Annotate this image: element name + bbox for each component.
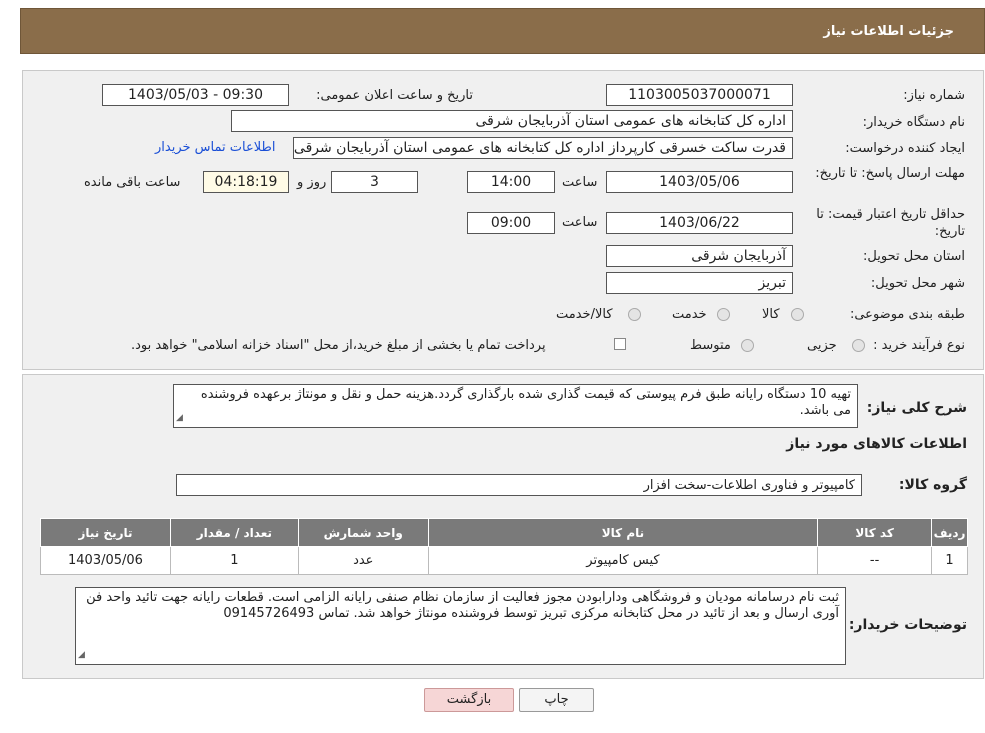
category-option-goods: کالا xyxy=(762,307,780,322)
col-item-name: نام کالا xyxy=(427,518,819,547)
time-remaining-label: ساعت باقی مانده xyxy=(84,175,181,190)
delivery-province-label: استان محل تحویل: xyxy=(863,249,965,264)
announce-datetime-field: 1403/05/03 - 09:30 xyxy=(102,84,289,106)
delivery-city-label: شهر محل تحویل: xyxy=(870,276,965,291)
process-radio-medium[interactable] xyxy=(741,339,754,352)
process-option-medium: متوسط xyxy=(690,338,731,353)
delivery-city-field: تبریز xyxy=(606,272,793,294)
cell-item-code: -- xyxy=(817,546,933,575)
buyer-org-field: اداره کل کتابخانه های عمومی استان آذربای… xyxy=(231,110,793,132)
col-unit: واحد شمارش xyxy=(297,518,429,547)
back-button[interactable]: بازگشت xyxy=(424,688,514,712)
cell-quantity: 1 xyxy=(169,546,299,575)
resize-grip-icon: ◢ xyxy=(176,413,183,423)
col-need-date: تاریخ نیاز xyxy=(40,518,171,547)
category-option-goods-service: کالا/خدمت xyxy=(556,307,613,322)
goods-group-field: کامپیوتر و فناوری اطلاعات-سخت افزار xyxy=(176,474,862,496)
goods-section-title: اطلاعات کالاهای مورد نیاز xyxy=(786,436,967,452)
price-validity-time-field: 09:00 xyxy=(467,212,555,234)
deadline-time-field: 14:00 xyxy=(467,171,555,193)
price-validity-time-label: ساعت xyxy=(562,215,598,230)
need-number-field: 1103005037000071 xyxy=(606,84,793,106)
creator-field: قدرت ساکت خسرقی کارپرداز اداره کل کتابخا… xyxy=(293,137,793,159)
creator-label: ایجاد کننده درخواست: xyxy=(845,141,965,156)
cell-row-number: 1 xyxy=(931,546,968,575)
days-label: روز و xyxy=(297,175,327,190)
category-radio-service[interactable] xyxy=(717,308,730,321)
print-button[interactable]: چاپ xyxy=(519,688,594,712)
summary-label: شرح کلی نیاز: xyxy=(866,400,967,416)
treasury-note: پرداخت تمام یا بخشی از مبلغ خرید،از محل … xyxy=(131,338,546,353)
category-option-service: خدمت xyxy=(672,307,707,322)
process-radio-minor[interactable] xyxy=(852,339,865,352)
time-remaining-field: 04:18:19 xyxy=(203,171,289,193)
delivery-province-field: آذربایجان شرقی xyxy=(606,245,793,267)
page-header: جزئیات اطلاعات نیاز xyxy=(20,8,985,54)
table-row: 1 -- کیس کامپیوتر عدد 1 1403/05/06 xyxy=(40,546,968,575)
buyer-notes-textarea[interactable]: ثبت نام درسامانه مودیان و فروشگاهی ودارا… xyxy=(75,587,846,665)
goods-table: ردیف کد کالا نام کالا واحد شمارش تعداد /… xyxy=(40,518,968,575)
process-option-minor: جزیی xyxy=(807,338,837,353)
category-radio-goods-service[interactable] xyxy=(628,308,641,321)
goods-group-label: گروه کالا: xyxy=(898,477,967,493)
treasury-checkbox[interactable] xyxy=(614,338,626,350)
buyer-notes-label: توضیحات خریدار: xyxy=(848,617,967,633)
col-item-code: کد کالا xyxy=(817,518,933,547)
summary-textarea[interactable]: تهیه 10 دستگاه رایانه طبق فرم پیوستی که … xyxy=(173,384,858,428)
deadline-time-label: ساعت xyxy=(562,175,598,190)
resize-grip-icon: ◢ xyxy=(78,650,85,660)
buyer-org-label: نام دستگاه خریدار: xyxy=(862,115,965,130)
buyer-contact-link[interactable]: اطلاعات تماس خریدار xyxy=(155,140,275,155)
process-type-label: نوع فرآیند خرید : xyxy=(873,338,965,353)
buyer-notes-text: ثبت نام درسامانه مودیان و فروشگاهی ودارا… xyxy=(86,590,839,621)
table-header-row: ردیف کد کالا نام کالا واحد شمارش تعداد /… xyxy=(40,518,968,547)
goods-table-wrapper: ردیف کد کالا نام کالا واحد شمارش تعداد /… xyxy=(40,518,968,575)
summary-text: تهیه 10 دستگاه رایانه طبق فرم پیوستی که … xyxy=(200,387,851,418)
announce-datetime-label: تاریخ و ساعت اعلان عمومی: xyxy=(316,88,473,103)
price-validity-label: حداقل تاریخ اعتبار قیمت: تا تاریخ: xyxy=(816,207,965,239)
price-validity-date-field: 1403/06/22 xyxy=(606,212,793,234)
cell-need-date: 1403/05/06 xyxy=(40,546,171,575)
cell-unit: عدد xyxy=(297,546,429,575)
cell-item-name: کیس کامپیوتر xyxy=(427,546,819,575)
category-radio-goods[interactable] xyxy=(791,308,804,321)
need-number-label: شماره نیاز: xyxy=(903,88,965,103)
col-quantity: تعداد / مقدار xyxy=(169,518,299,547)
days-remaining-field: 3 xyxy=(331,171,418,193)
deadline-date-field: 1403/05/06 xyxy=(606,171,793,193)
deadline-label: مهلت ارسال پاسخ: تا تاریخ: xyxy=(815,166,965,181)
page-title: جزئیات اطلاعات نیاز xyxy=(823,24,954,39)
col-row-number: ردیف xyxy=(931,518,968,547)
category-label: طبقه بندی موضوعی: xyxy=(849,307,965,322)
